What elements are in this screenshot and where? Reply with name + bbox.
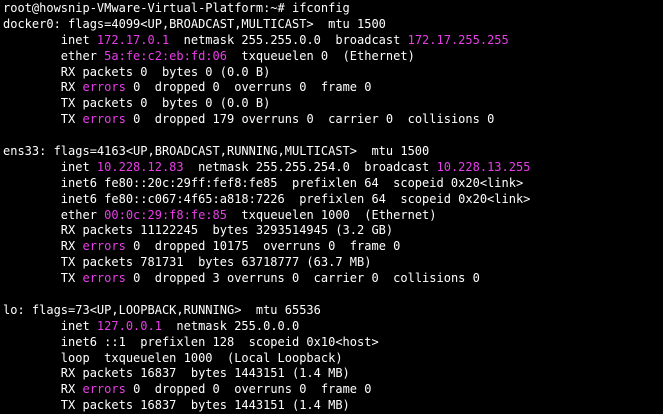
output-line: RX errors 0 dropped 0 overruns 0 frame 0 — [3, 382, 663, 398]
output-line: inet 10.228.12.83 netmask 255.255.254.0 … — [3, 160, 663, 176]
output-text: TX packets 16837 bytes 1443151 (1.4 MB) — [3, 398, 350, 413]
terminal-window[interactable]: root@howsnip-VMware-Virtual-Platform:~# … — [0, 0, 663, 414]
output-text: inet6 fe80::c067:4f65:a818:7226 prefixle… — [3, 191, 531, 206]
output-text: lo: flags=73<UP,LOOPBACK,RUNNING> mtu 65… — [3, 302, 321, 317]
highlighted-value: 00:0c:29:f8:fe:85 — [104, 207, 227, 222]
output-text: loop txqueuelen 1000 (Local Loopback) — [3, 350, 343, 365]
output-line: RX packets 0 bytes 0 (0.0 B) — [3, 65, 663, 81]
output-text: RX — [3, 382, 83, 397]
output-line: inet6 fe80::c067:4f65:a818:7226 prefixle… — [3, 192, 663, 208]
output-line: TX packets 781731 bytes 63718777 (63.7 M… — [3, 255, 663, 271]
output-text: docker0: flags=4099<UP,BROADCAST,MULTICA… — [3, 16, 386, 31]
output-text: txqueuelen 1000 (Ethernet) — [226, 207, 437, 222]
output-line: loop txqueuelen 1000 (Local Loopback) — [3, 351, 663, 367]
highlighted-value: errors — [82, 382, 126, 397]
highlighted-value: 10.228.12.83 — [96, 159, 184, 174]
highlighted-value: 10.228.13.255 — [436, 159, 531, 174]
output-line: inet 172.17.0.1 netmask 255.255.0.0 broa… — [3, 33, 663, 49]
output-text: inet6 ::1 prefixlen 128 scopeid 0x10<hos… — [3, 334, 379, 349]
highlighted-value: errors — [82, 239, 126, 254]
output-line: ether 5a:fe:c2:eb:fd:06 txqueuelen 0 (Et… — [3, 49, 663, 65]
highlighted-value: 5a:fe:c2:eb:fd:06 — [104, 48, 227, 63]
highlighted-value: errors — [82, 80, 126, 95]
output-line: TX errors 0 dropped 179 overruns 0 carri… — [3, 112, 663, 128]
output-text: TX packets 0 bytes 0 (0.0 B) — [3, 96, 271, 111]
output-line: ether 00:0c:29:f8:fe:85 txqueuelen 1000 … — [3, 208, 663, 224]
highlighted-value: errors — [82, 112, 126, 127]
output-text: ether — [3, 207, 105, 222]
output-text: TX packets 781731 bytes 63718777 (63.7 M… — [3, 255, 372, 270]
output-text: ether — [3, 48, 105, 63]
output-line: ens33: flags=4163<UP,BROADCAST,RUNNING,M… — [3, 144, 663, 160]
output-line: inet6 fe80::20c:29ff:fef8:fe85 prefixlen… — [3, 176, 663, 192]
output-text: netmask 255.255.254.0 broadcast — [183, 159, 437, 174]
output-text: 0 dropped 10175 overruns 0 frame 0 — [125, 239, 401, 254]
output-text: netmask 255.0.0.0 — [161, 318, 300, 333]
output-text: 0 dropped 0 overruns 0 frame 0 — [125, 382, 372, 397]
output-text: inet — [3, 159, 97, 174]
output-text: 0 dropped 179 overruns 0 carrier 0 colli… — [125, 112, 495, 127]
output-text: RX — [3, 80, 83, 95]
output-text: TX — [3, 271, 83, 286]
highlighted-value: 172.17.255.255 — [407, 32, 509, 47]
highlighted-value: errors — [82, 271, 126, 286]
output-line: inet 127.0.0.1 netmask 255.0.0.0 — [3, 319, 663, 335]
output-line: RX packets 16837 bytes 1443151 (1.4 MB) — [3, 366, 663, 382]
output-text: inet6 fe80::20c:29ff:fef8:fe85 prefixlen… — [3, 175, 524, 190]
output-text: inet — [3, 32, 97, 47]
highlighted-value: 127.0.0.1 — [96, 318, 162, 333]
highlighted-value: 172.17.0.1 — [96, 32, 170, 47]
output-text: 0 dropped 0 overruns 0 frame 0 — [125, 80, 372, 95]
output-text: RX packets 0 bytes 0 (0.0 B) — [3, 64, 271, 79]
output-text: 0 dropped 3 overruns 0 carrier 0 collisi… — [125, 271, 480, 286]
output-text: txqueuelen 0 (Ethernet) — [226, 48, 415, 63]
output-text: netmask 255.255.0.0 broadcast — [169, 32, 408, 47]
output-line: RX errors 0 dropped 10175 overruns 0 fra… — [3, 239, 663, 255]
output-text: RX — [3, 239, 83, 254]
output-text: RX packets 11122245 bytes 3293514945 (3.… — [3, 223, 394, 238]
output-line: TX packets 0 bytes 0 (0.0 B) — [3, 96, 663, 112]
output-line: TX packets 16837 bytes 1443151 (1.4 MB) — [3, 398, 663, 414]
output-line: TX errors 0 dropped 3 overruns 0 carrier… — [3, 271, 663, 287]
output-line: RX packets 11122245 bytes 3293514945 (3.… — [3, 223, 663, 239]
shell-prompt-line: root@howsnip-VMware-Virtual-Platform:~# … — [3, 1, 350, 15]
output-line: RX errors 0 dropped 0 overruns 0 frame 0 — [3, 80, 663, 96]
output-line: lo: flags=73<UP,LOOPBACK,RUNNING> mtu 65… — [3, 303, 663, 319]
output-line: inet6 ::1 prefixlen 128 scopeid 0x10<hos… — [3, 335, 663, 351]
output-text: inet — [3, 318, 97, 333]
output-line: docker0: flags=4099<UP,BROADCAST,MULTICA… — [3, 17, 663, 33]
output-text: RX packets 16837 bytes 1443151 (1.4 MB) — [3, 366, 350, 381]
output-text: ens33: flags=4163<UP,BROADCAST,RUNNING,M… — [3, 144, 430, 159]
output-text: TX — [3, 112, 83, 127]
